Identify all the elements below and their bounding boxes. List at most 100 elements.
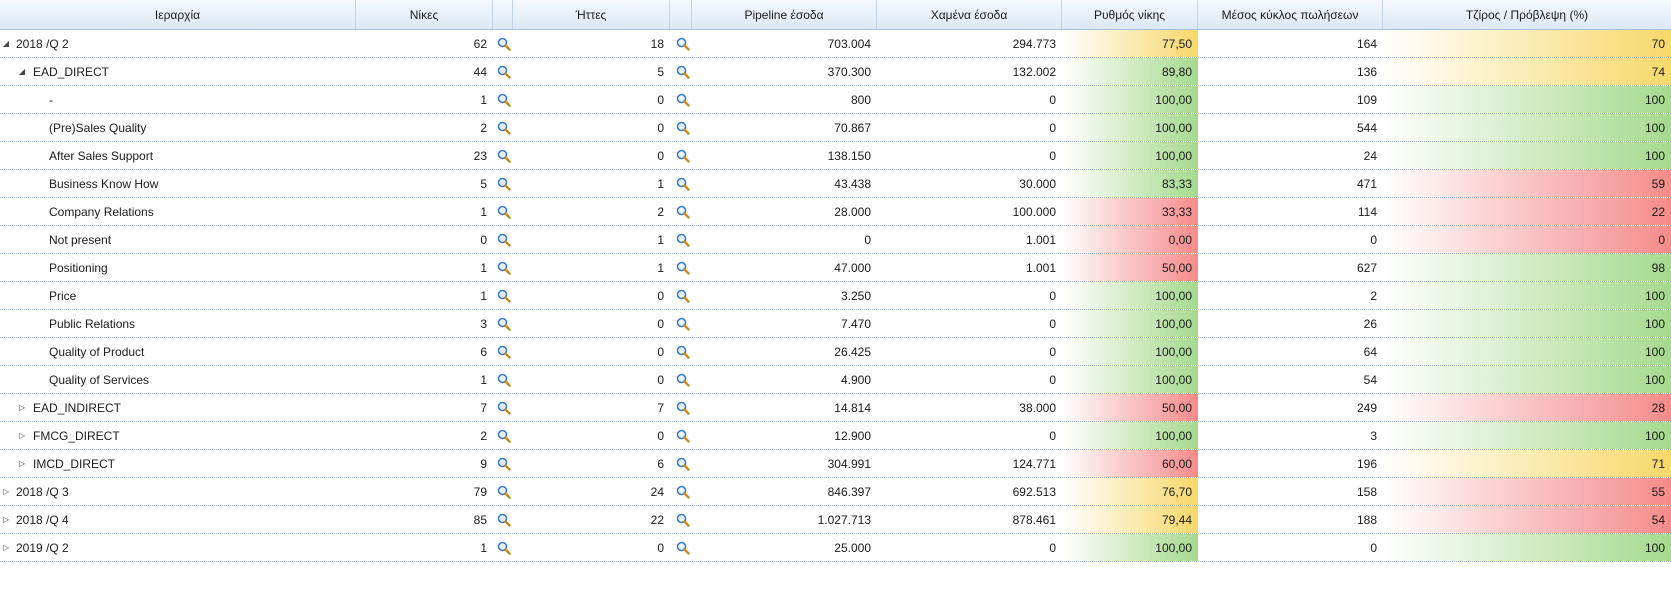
- magnifier-icon[interactable]: [676, 93, 690, 107]
- table-row[interactable]: Quality of Product 6 0 26.425 0 100,00 64 100: [0, 338, 1671, 366]
- magnifier-icon[interactable]: [497, 261, 511, 275]
- avg-sales-cycle-cell: 64: [1363, 345, 1377, 359]
- losses-cell: 0: [657, 93, 664, 107]
- magnifier-icon[interactable]: [676, 177, 690, 191]
- magnifier-icon[interactable]: [676, 541, 690, 555]
- magnifier-icon[interactable]: [497, 373, 511, 387]
- magnifier-icon[interactable]: [676, 373, 690, 387]
- table-row[interactable]: ▷ EAD_INDIRECT 7 7 14.814 38.000 50,00 249 28: [0, 394, 1671, 422]
- hierarchy-label: Not present: [49, 233, 112, 247]
- magnifier-icon[interactable]: [497, 289, 511, 303]
- magnifier-icon[interactable]: [497, 37, 511, 51]
- magnifier-icon[interactable]: [497, 429, 511, 443]
- table-row[interactable]: ◢ 2018 /Q 2 62 18 703.004 294.773 77,50 164 70: [0, 30, 1671, 58]
- collapsed-triangle-icon[interactable]: ▷: [16, 450, 28, 477]
- magnifier-icon[interactable]: [676, 317, 690, 331]
- expanded-triangle-icon[interactable]: ◢: [16, 58, 28, 85]
- losses-cell: 0: [657, 373, 664, 387]
- magnifier-icon[interactable]: [676, 37, 690, 51]
- table-row[interactable]: Company Relations 1 2 28.000 100.000 33,33 114…: [0, 198, 1671, 226]
- magnifier-icon[interactable]: [497, 541, 511, 555]
- magnifier-icon[interactable]: [676, 485, 690, 499]
- magnifier-icon[interactable]: [676, 261, 690, 275]
- table-row[interactable]: Positioning 1 1 47.000 1.001 50,00 627 98: [0, 254, 1671, 282]
- table-row[interactable]: ◢ EAD_DIRECT 44 5 370.300 132.002 89,80 136 74: [0, 58, 1671, 86]
- table-row[interactable]: ▷ 2018 /Q 4 85 22 1.027.713 878.461 79,44 188 54: [0, 506, 1671, 534]
- magnifier-icon[interactable]: [676, 233, 690, 247]
- header-wins[interactable]: Νίκες: [356, 0, 493, 29]
- avg-sales-cycle-cell: 196: [1356, 457, 1377, 471]
- magnifier-icon[interactable]: [676, 457, 690, 471]
- table-row[interactable]: Public Relations 3 0 7.470 0 100,00 26 100: [0, 310, 1671, 338]
- header-wins-drilldown: [493, 0, 513, 29]
- hierarchy-cell: Quality of Services: [0, 366, 356, 393]
- magnifier-icon[interactable]: [676, 121, 690, 135]
- expanded-triangle-icon[interactable]: ◢: [0, 30, 12, 57]
- header-win-rate[interactable]: Ρυθμός νίκης: [1062, 0, 1198, 29]
- magnifier-icon[interactable]: [497, 93, 511, 107]
- magnifier-icon[interactable]: [497, 177, 511, 191]
- magnifier-icon[interactable]: [497, 149, 511, 163]
- magnifier-icon[interactable]: [676, 401, 690, 415]
- magnifier-icon[interactable]: [676, 205, 690, 219]
- table-row[interactable]: Quality of Services 1 0 4.900 0 100,00 54 100: [0, 366, 1671, 394]
- avg-sales-cycle-cell: 109: [1356, 93, 1377, 107]
- table-row[interactable]: (Pre)Sales Quality 2 0 70.867 0 100,00 544 100: [0, 114, 1671, 142]
- magnifier-icon[interactable]: [497, 317, 511, 331]
- table-row[interactable]: ▷ IMCD_DIRECT 9 6 304.991 124.771 60,00 196 71: [0, 450, 1671, 478]
- table-row[interactable]: Business Know How 5 1 43.438 30.000 83,33 471 5…: [0, 170, 1671, 198]
- table-row[interactable]: After Sales Support 23 0 138.150 0 100,00 24 10…: [0, 142, 1671, 170]
- losses-cell: 0: [657, 149, 664, 163]
- pipeline-revenue-cell: 370.300: [827, 65, 871, 79]
- magnifier-icon[interactable]: [497, 65, 511, 79]
- collapsed-triangle-icon[interactable]: ▷: [0, 478, 12, 505]
- pipeline-revenue-cell: 138.150: [827, 149, 871, 163]
- table-row[interactable]: Price 1 0 3.250 0 100,00 2 100: [0, 282, 1671, 310]
- lost-revenue-cell: 132.002: [1012, 65, 1056, 79]
- magnifier-icon[interactable]: [676, 149, 690, 163]
- table-row[interactable]: ▷ 2018 /Q 3 79 24 846.397 692.513 76,70 158 55: [0, 478, 1671, 506]
- table-row[interactable]: ▷ FMCG_DIRECT 2 0 12.900 0 100,00 3 100: [0, 422, 1671, 450]
- magnifier-icon[interactable]: [497, 485, 511, 499]
- magnifier-icon[interactable]: [497, 121, 511, 135]
- turnover-forecast-cell: 55: [1383, 478, 1671, 505]
- header-avg-cycle[interactable]: Μέσος κύκλος πωλήσεων: [1198, 0, 1383, 29]
- table-row[interactable]: - 1 0 800 0 100,00 109 100: [0, 86, 1671, 114]
- collapsed-triangle-icon[interactable]: ▷: [16, 422, 28, 449]
- header-pipeline[interactable]: Pipeline έσοδα: [692, 0, 877, 29]
- collapsed-triangle-icon[interactable]: ▷: [0, 506, 12, 533]
- magnifier-icon[interactable]: [497, 205, 511, 219]
- table-row[interactable]: Not present 0 1 0 1.001 0,00 0 0: [0, 226, 1671, 254]
- magnifier-icon[interactable]: [676, 513, 690, 527]
- magnifier-icon[interactable]: [676, 289, 690, 303]
- turnover-forecast-cell: 100: [1383, 114, 1671, 141]
- losses-cell: 0: [657, 121, 664, 135]
- lost-revenue-cell: 0: [1049, 429, 1056, 443]
- turnover-forecast-cell: 71: [1383, 450, 1671, 477]
- lost-revenue-cell: 692.513: [1012, 485, 1056, 499]
- magnifier-icon[interactable]: [497, 401, 511, 415]
- magnifier-icon[interactable]: [676, 345, 690, 359]
- lost-revenue-cell: 0: [1049, 121, 1056, 135]
- header-turnover-forecast[interactable]: Τζίρος / Πρόβλεψη (%): [1383, 0, 1671, 29]
- magnifier-icon[interactable]: [676, 429, 690, 443]
- avg-sales-cycle-cell: 249: [1356, 401, 1377, 415]
- magnifier-icon[interactable]: [497, 513, 511, 527]
- table-row[interactable]: ▷ 2019 /Q 2 1 0 25.000 0 100,00 0 100: [0, 534, 1671, 562]
- magnifier-icon[interactable]: [497, 233, 511, 247]
- header-losses[interactable]: Ήττες: [513, 0, 670, 29]
- losses-cell: 24: [650, 485, 664, 499]
- collapsed-triangle-icon[interactable]: ▷: [0, 534, 12, 561]
- magnifier-icon[interactable]: [497, 457, 511, 471]
- magnifier-icon[interactable]: [676, 65, 690, 79]
- win-rate-cell: 77,50: [1062, 30, 1198, 57]
- turnover-forecast-cell: 0: [1383, 226, 1671, 253]
- header-lost-revenue[interactable]: Χαμένα έσοδα: [877, 0, 1062, 29]
- header-hierarchy[interactable]: Ιεραρχία: [0, 0, 356, 29]
- magnifier-icon[interactable]: [497, 345, 511, 359]
- wins-cell: 5: [480, 177, 487, 191]
- pipeline-revenue-cell: 43.438: [834, 177, 871, 191]
- turnover-forecast-cell: 100: [1383, 282, 1671, 309]
- collapsed-triangle-icon[interactable]: ▷: [16, 394, 28, 421]
- lost-revenue-cell: 0: [1049, 93, 1056, 107]
